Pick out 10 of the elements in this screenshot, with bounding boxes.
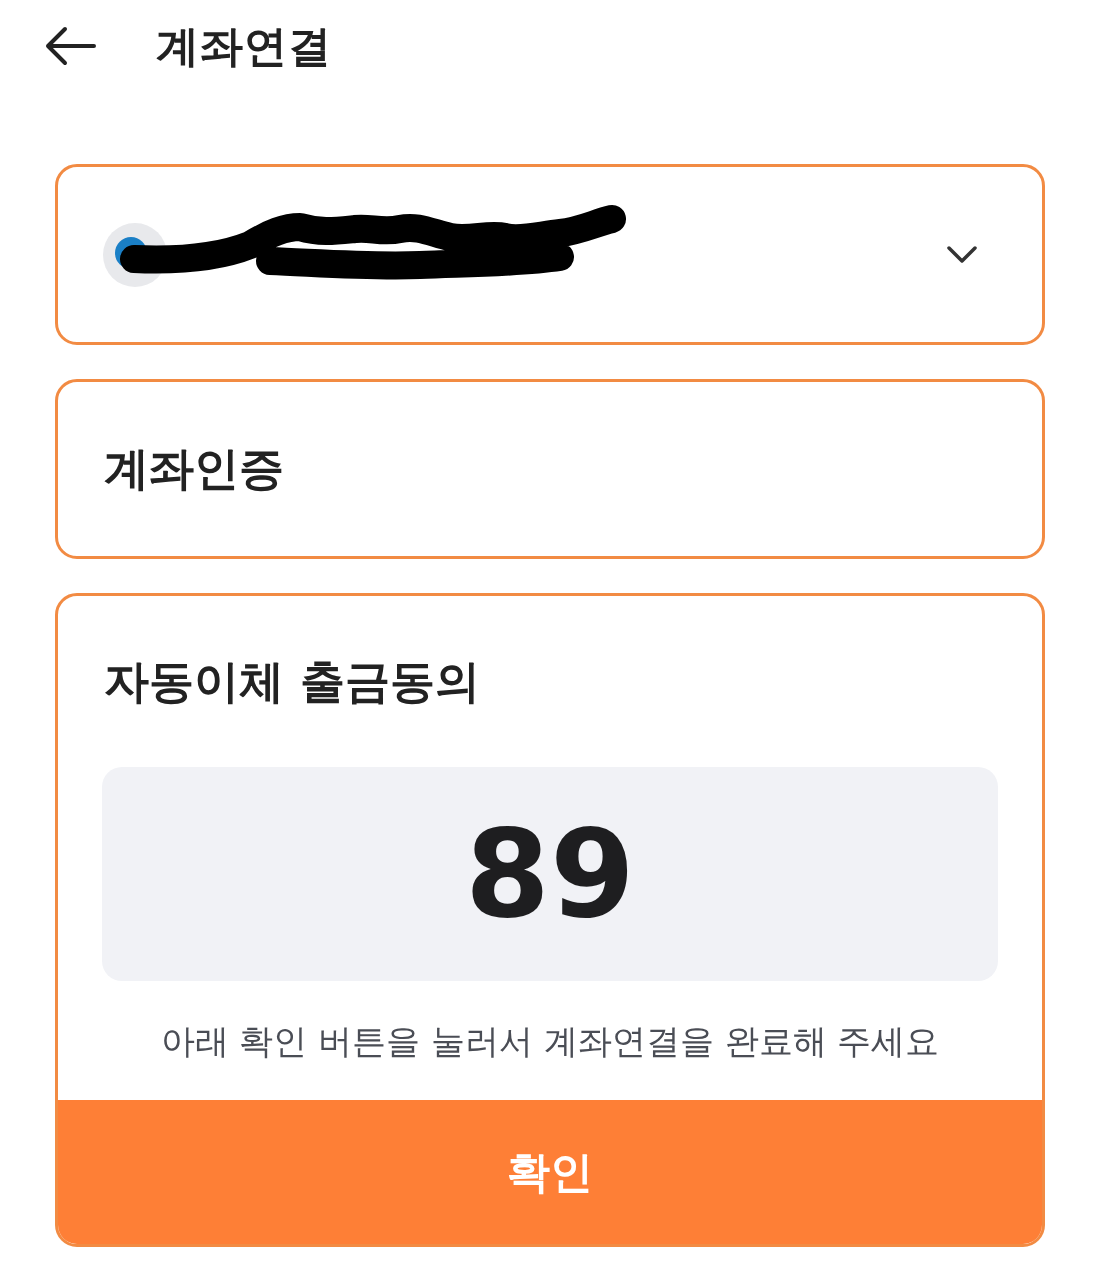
account-select[interactable] — [55, 164, 1045, 345]
verification-title: 계좌인증 — [104, 441, 284, 497]
consent-title: 자동이체 출금동의 — [104, 654, 480, 710]
back-arrow-icon — [45, 26, 97, 66]
chevron-down-icon — [946, 244, 978, 265]
page-title: 계좌연결 — [156, 20, 332, 72]
instruction-text: 아래 확인 버튼을 눌러서 계좌연결을 완료해 주세요 — [160, 1019, 940, 1063]
verification-card[interactable]: 계좌인증 — [55, 379, 1045, 559]
bank-logo-icon — [103, 222, 167, 287]
verification-code: 89 — [465, 809, 635, 939]
